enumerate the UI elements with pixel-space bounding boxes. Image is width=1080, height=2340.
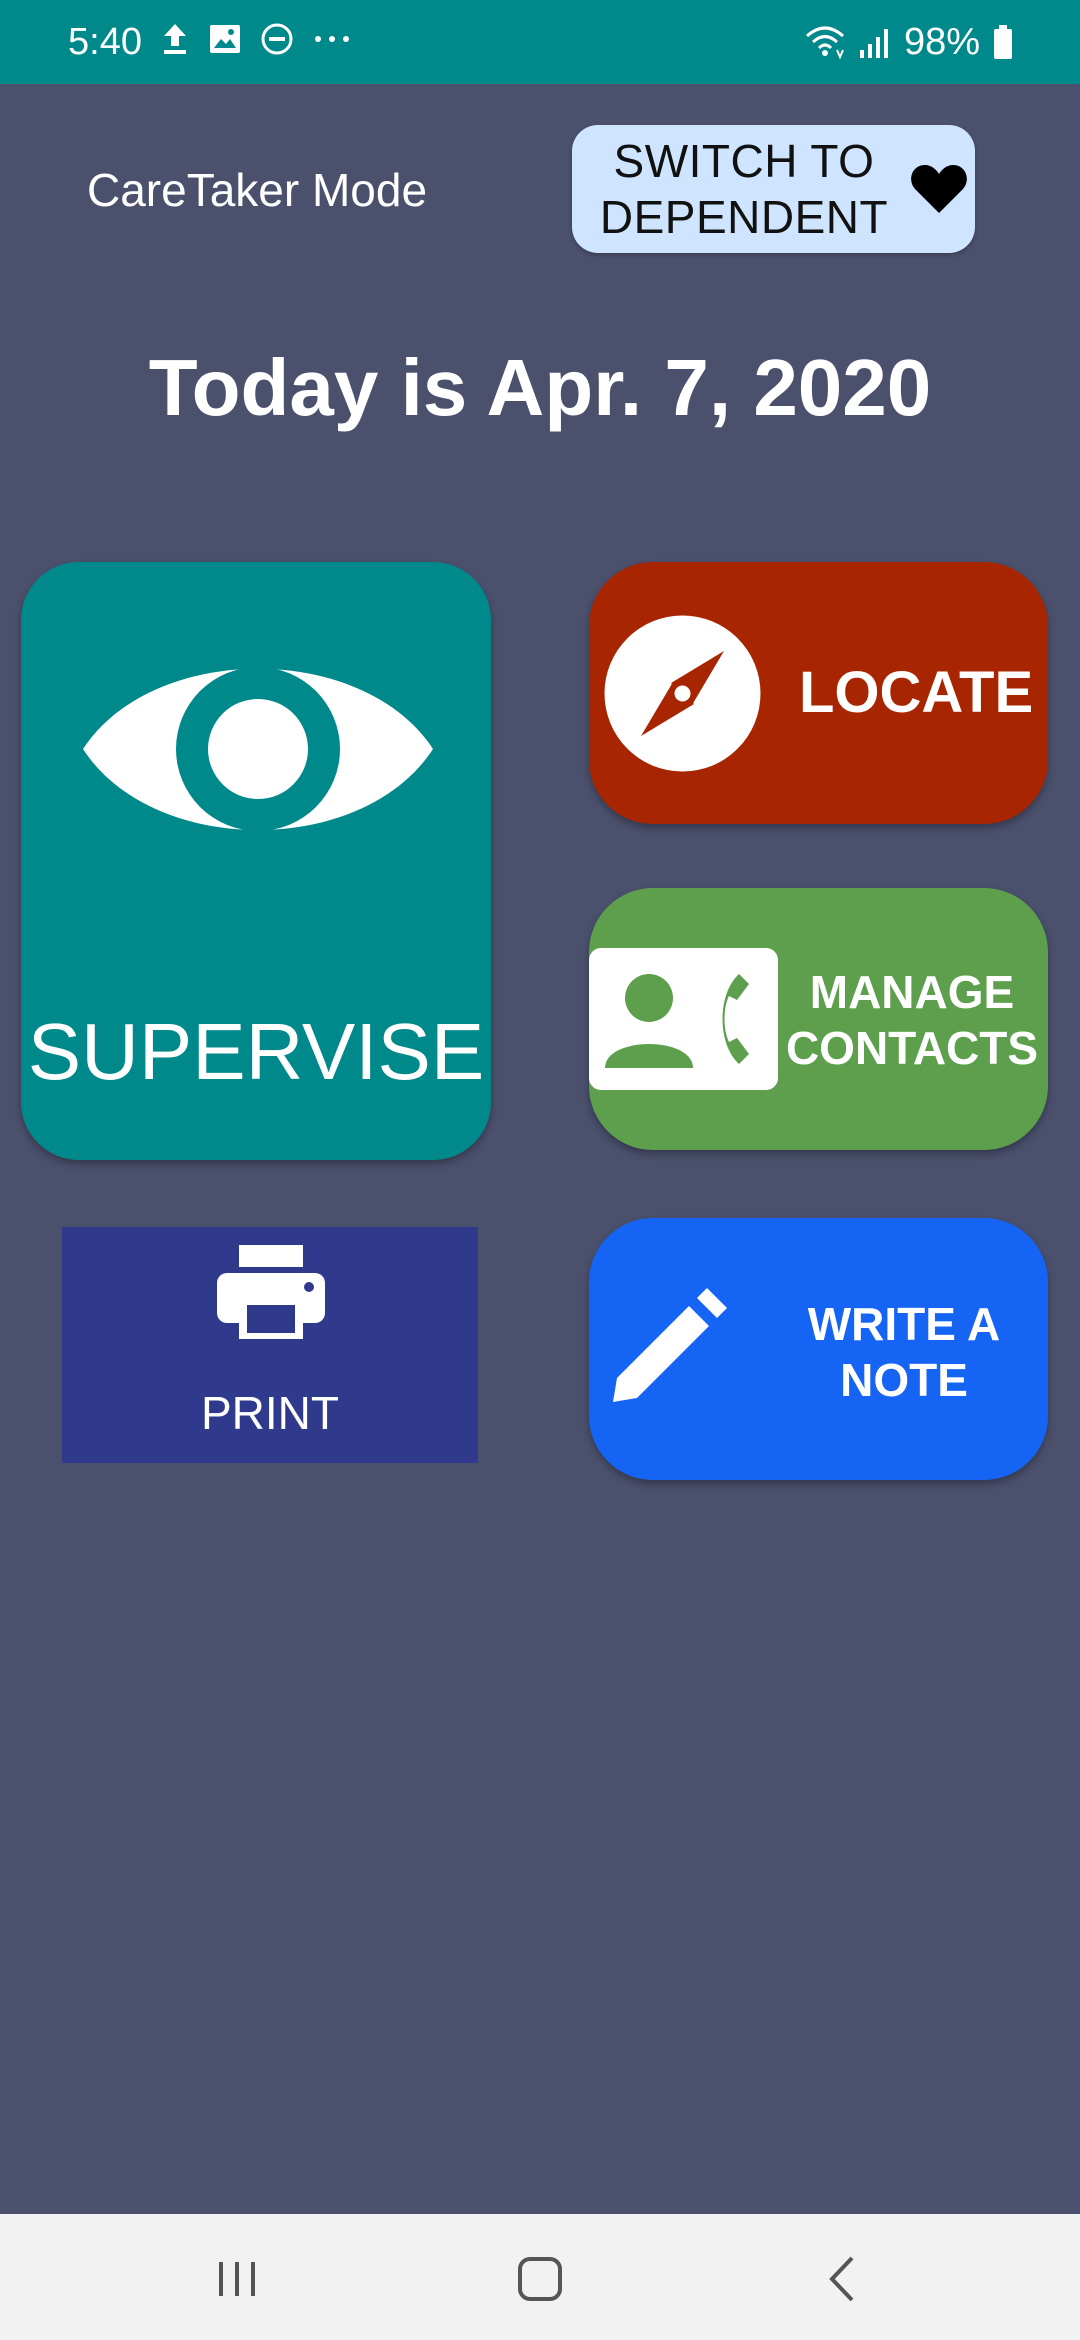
image-icon bbox=[210, 25, 240, 53]
write-a-note-button[interactable]: WRITE A NOTE bbox=[589, 1218, 1048, 1480]
upload-icon bbox=[164, 24, 186, 54]
do-not-disturb-icon bbox=[261, 23, 293, 55]
switch-to-dependent-button[interactable]: SWITCH TO DEPENDENT bbox=[572, 125, 975, 253]
manage-contacts-label: MANAGE CONTACTS bbox=[785, 966, 1039, 1074]
signal-icon bbox=[859, 29, 888, 58]
pencil-icon bbox=[613, 1288, 727, 1402]
heart-icon bbox=[911, 165, 967, 213]
status-bar: 5:40 98% bbox=[0, 0, 1080, 84]
locate-label: LOCATE bbox=[799, 660, 1034, 725]
printer-icon bbox=[217, 1245, 325, 1339]
contact-phone-icon bbox=[605, 974, 749, 1068]
print-button[interactable]: PRINT bbox=[62, 1227, 478, 1463]
compass-icon bbox=[604, 615, 761, 772]
print-label: PRINT bbox=[201, 1387, 339, 1439]
write-a-note-label: WRITE A NOTE bbox=[807, 1298, 1001, 1406]
battery-percent: 98% bbox=[903, 21, 980, 63]
supervise-label: SUPERVISE bbox=[27, 1007, 485, 1096]
manage-contacts-button[interactable]: MANAGE CONTACTS bbox=[589, 888, 1048, 1150]
battery-icon bbox=[994, 25, 1012, 59]
mode-label: CareTaker Mode bbox=[87, 164, 428, 216]
wifi-icon bbox=[805, 26, 844, 60]
supervise-button[interactable]: SUPERVISE bbox=[21, 562, 491, 1160]
home-icon[interactable] bbox=[500, 2244, 580, 2314]
date-title: Today is Apr. 7, 2020 bbox=[148, 343, 932, 432]
system-status-icons: 98% bbox=[804, 18, 1014, 66]
notification-icons bbox=[160, 22, 352, 56]
status-time: 5:40 bbox=[68, 21, 142, 63]
locate-button[interactable]: LOCATE bbox=[589, 562, 1048, 824]
contact-card bbox=[589, 948, 778, 1090]
more-icon bbox=[315, 36, 349, 42]
back-icon[interactable] bbox=[802, 2244, 882, 2314]
eye-icon bbox=[83, 667, 433, 831]
switch-to-dependent-label: SWITCH TO DEPENDENT bbox=[599, 135, 889, 243]
navigation-bar bbox=[0, 2214, 1080, 2340]
recent-apps-icon[interactable] bbox=[197, 2244, 277, 2314]
